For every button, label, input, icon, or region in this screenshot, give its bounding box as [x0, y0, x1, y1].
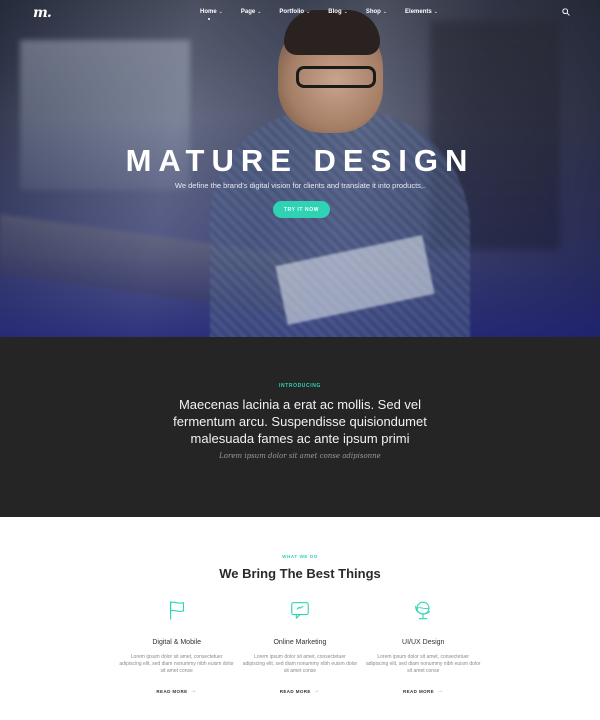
menu-item-label: Portfolio — [279, 9, 305, 15]
service-card: Digital & Mobile Lorem ipsum dolor sit a… — [115, 599, 238, 698]
menu-item-home[interactable]: Home ⌄ — [200, 9, 223, 20]
menu-item-page[interactable]: Page ⌄ — [241, 9, 262, 15]
arrow-right-icon: → — [190, 688, 197, 694]
intro-statement: Maecenas lacinia a erat ac mollis. Sed v… — [173, 397, 427, 446]
read-more-label: READ MORE — [402, 688, 435, 694]
intro-kicker: INTRODUCING — [279, 383, 321, 389]
read-more-label: READ MORE — [279, 688, 311, 694]
menu-item-blog[interactable]: Blog ⌄ — [328, 9, 348, 15]
read-more-link[interactable]: READ MORE → — [280, 688, 321, 694]
service-title: Digital & Mobile — [152, 639, 201, 646]
services-title: We Bring The Best Things — [219, 566, 381, 581]
main-menu: Home ⌄ Page ⌄ Portfolio ⌄ Blog ⌄ Shop ⌄ … — [200, 9, 456, 20]
intro-quote: Lorem ipsum dolor sit amet conse adipiso… — [219, 452, 381, 460]
chevron-down-icon: ⌄ — [433, 9, 438, 15]
arrow-right-icon: → — [437, 688, 444, 694]
read-more-label: READ MORE — [156, 688, 188, 694]
hero-title: MATURE DESIGN — [125, 143, 475, 178]
site-logo[interactable]: m. — [33, 5, 52, 21]
menu-item-label: Shop — [365, 9, 381, 15]
hero-subtitle: We define the brand's digital vision for… — [174, 181, 426, 190]
service-title: UI/UX Design — [402, 639, 445, 646]
menu-item-elements[interactable]: Elements ⌄ — [405, 9, 438, 15]
menu-item-portfolio[interactable]: Portfolio ⌄ — [279, 9, 310, 15]
chevron-down-icon: ⌄ — [257, 9, 262, 15]
arrow-right-icon: → — [313, 688, 321, 694]
hero-section: m. Home ⌄ Page ⌄ Portfolio ⌄ Blog ⌄ Shop… — [0, 0, 600, 337]
try-it-now-button[interactable]: TRY IT NOW — [273, 201, 330, 218]
service-title: Online Marketing — [273, 639, 327, 646]
search-icon[interactable] — [562, 8, 570, 16]
flag-icon — [169, 601, 184, 620]
services-kicker: WHAT WE DO — [282, 554, 318, 559]
menu-item-label: Elements — [405, 9, 432, 15]
hero-person-glasses — [296, 66, 376, 88]
service-card: UI/UX Design Lorem ipsum dolor sit amet,… — [362, 599, 485, 698]
service-description: Lorem ipsum dolor sit amet, consectetuer… — [242, 654, 358, 674]
chevron-down-icon: ⌄ — [306, 9, 311, 15]
service-description: Lorem ipsum dolor sit amet, consectetuer… — [119, 654, 234, 674]
menu-item-label: Page — [240, 9, 256, 15]
service-card: Online Marketing Lorem ipsum dolor sit a… — [238, 599, 361, 698]
menu-item-label: Blog — [328, 9, 342, 15]
menu-item-shop[interactable]: Shop ⌄ — [366, 9, 387, 15]
read-more-link[interactable]: READ MORE → — [156, 688, 197, 694]
top-navigation: m. Home ⌄ Page ⌄ Portfolio ⌄ Blog ⌄ Shop… — [0, 0, 600, 28]
service-description: Lorem ipsum dolor sit amet, consectetuer… — [365, 654, 481, 674]
chevron-down-icon: ⌄ — [382, 9, 388, 15]
globe-icon — [415, 601, 431, 620]
chevron-down-icon: ⌄ — [343, 9, 348, 15]
active-indicator — [208, 18, 210, 20]
services-section: WHAT WE DO We Bring The Best Things Digi… — [0, 517, 600, 720]
services-grid: Digital & Mobile Lorem ipsum dolor sit a… — [115, 599, 485, 698]
read-more-link[interactable]: READ MORE → — [403, 688, 444, 694]
intro-section: INTRODUCING Maecenas lacinia a erat ac m… — [0, 337, 600, 517]
chevron-down-icon: ⌄ — [218, 9, 223, 15]
chat-bubble-icon — [291, 602, 309, 619]
menu-item-label: Home — [200, 9, 217, 15]
